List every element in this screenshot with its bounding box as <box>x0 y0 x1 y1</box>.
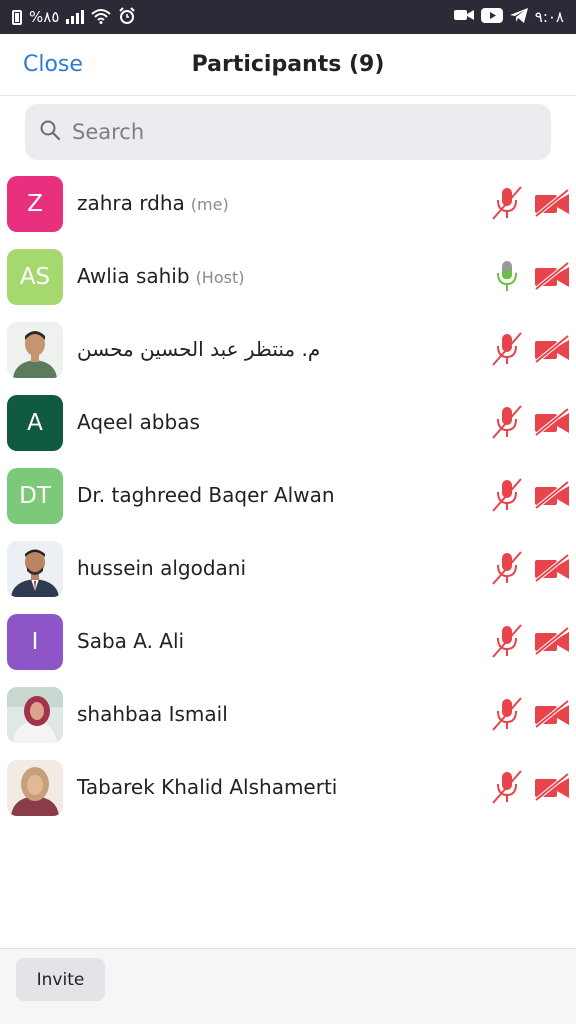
clock-time: ٩:٠٨ <box>534 8 564 26</box>
footer: Invite <box>0 948 576 1024</box>
avatar <box>7 687 63 743</box>
participant-row[interactable]: AS Awlia sahib (Host) <box>0 240 576 313</box>
participant-row[interactable]: م. منتظر عبد الحسين محسن <box>0 313 576 386</box>
profile-photo-icon <box>7 541 63 597</box>
participant-name: zahra rdha <box>77 191 185 215</box>
status-left: %٨٥ <box>12 6 136 28</box>
video-off-icon[interactable] <box>534 189 570 217</box>
participant-row[interactable]: I Saba A. Ali <box>0 605 576 678</box>
video-off-icon[interactable] <box>534 335 570 363</box>
wifi-icon <box>91 8 112 27</box>
page-title: Participants (9) <box>191 52 385 77</box>
video-off-icon[interactable] <box>534 773 570 801</box>
avatar: I <box>7 614 63 670</box>
avatar <box>7 541 63 597</box>
mic-muted-icon[interactable] <box>490 550 524 586</box>
mic-muted-icon[interactable] <box>490 185 524 221</box>
avatar <box>7 322 63 378</box>
participant-row[interactable]: Tabarek Khalid Alshamerti <box>0 751 576 824</box>
status-right: ٩:٠٨ <box>453 7 564 27</box>
participant-row[interactable]: shahbaa Ismail <box>0 678 576 751</box>
avatar: DT <box>7 468 63 524</box>
avatar: Z <box>7 176 63 232</box>
participants-list: Z zahra rdha (me) AS Awlia sahib (Host) م.… <box>0 167 576 824</box>
video-off-icon[interactable] <box>534 408 570 436</box>
participant-tag: (me) <box>190 195 229 214</box>
battery-percent: %٨٥ <box>29 8 60 26</box>
profile-photo-icon <box>7 687 63 743</box>
mic-muted-icon[interactable] <box>490 404 524 440</box>
video-off-icon[interactable] <box>534 554 570 582</box>
video-off-icon[interactable] <box>534 627 570 655</box>
avatar <box>7 760 63 816</box>
participant-name: م. منتظر عبد الحسين محسن <box>77 337 321 361</box>
participant-row[interactable]: Z zahra rdha (me) <box>0 167 576 240</box>
telegram-icon <box>509 7 528 27</box>
video-notification-icon <box>453 8 474 26</box>
participant-name: hussein algodani <box>77 556 247 580</box>
participant-name: shahbaa Ismail <box>77 702 228 726</box>
profile-photo-icon <box>7 322 63 378</box>
search-bar[interactable] <box>25 104 551 160</box>
participant-name: Aqeel abbas <box>77 410 200 434</box>
avatar: A <box>7 395 63 451</box>
participant-row[interactable]: A Aqeel abbas <box>0 386 576 459</box>
invite-button[interactable]: Invite <box>16 958 105 1001</box>
mic-muted-icon[interactable] <box>490 477 524 513</box>
search-icon <box>39 119 61 145</box>
header: Close Participants (9) <box>0 34 576 96</box>
video-off-icon[interactable] <box>534 262 570 290</box>
participant-name: Tabarek Khalid Alshamerti <box>77 775 338 799</box>
search-input[interactable] <box>72 120 512 144</box>
profile-photo-icon <box>7 760 63 816</box>
video-off-icon[interactable] <box>534 700 570 728</box>
participant-name: Dr. taghreed Baqer Alwan <box>77 483 335 507</box>
participant-name: Saba A. Ali <box>77 629 185 653</box>
mic-muted-icon[interactable] <box>490 623 524 659</box>
mic-muted-icon[interactable] <box>490 769 524 805</box>
avatar: AS <box>7 249 63 305</box>
mic-muted-icon[interactable] <box>490 331 524 367</box>
participant-name: Awlia sahib <box>77 264 190 288</box>
status-bar: %٨٥ ٩:٠٨ <box>0 0 576 34</box>
signal-icon <box>66 10 85 24</box>
mic-on-icon[interactable] <box>490 258 524 294</box>
youtube-icon <box>480 7 503 27</box>
video-off-icon[interactable] <box>534 481 570 509</box>
participant-row[interactable]: DT Dr. taghreed Baqer Alwan <box>0 459 576 532</box>
battery-icon <box>12 9 22 25</box>
participant-tag: (Host) <box>195 268 245 287</box>
participant-row[interactable]: hussein algodani <box>0 532 576 605</box>
mic-muted-icon[interactable] <box>490 696 524 732</box>
alarm-icon <box>118 6 136 28</box>
